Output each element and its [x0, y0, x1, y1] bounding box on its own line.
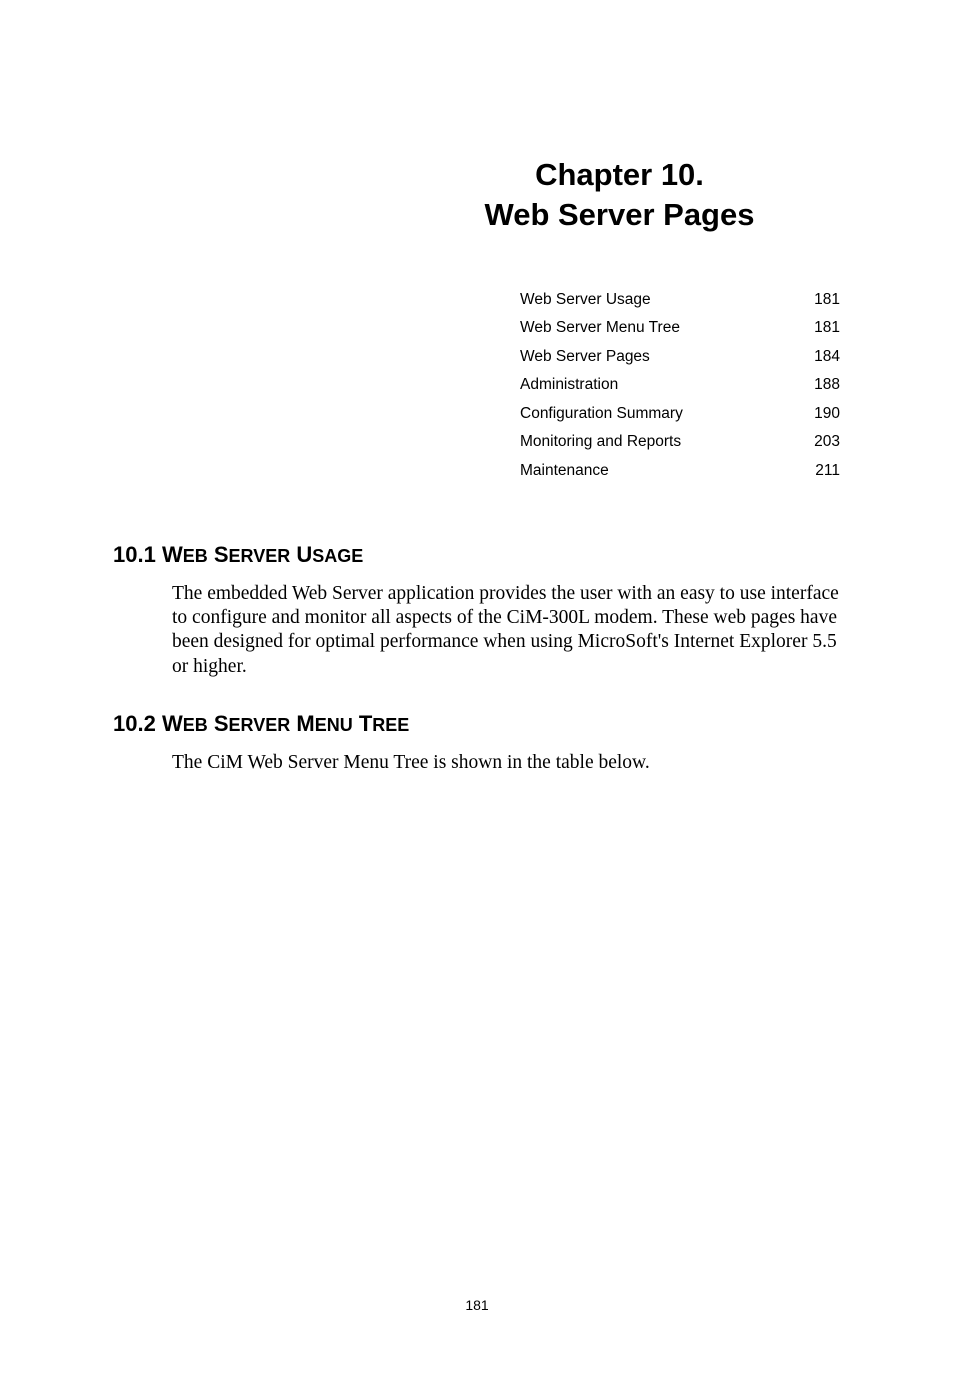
- toc-page: 181: [814, 291, 840, 309]
- toc-row: Web Server Pages 184: [520, 348, 840, 366]
- section-number: 10.2: [113, 711, 162, 736]
- section-body-10-2: The CiM Web Server Menu Tree is shown in…: [172, 751, 841, 775]
- chapter-toc: Web Server Usage 181 Web Server Menu Tre…: [520, 291, 840, 480]
- toc-page: 203: [814, 433, 840, 451]
- toc-page: 211: [815, 462, 840, 480]
- heading-word-rest: ERVER: [229, 715, 291, 735]
- heading-word-rest: ERVER: [229, 546, 291, 566]
- heading-word-initial: T: [359, 711, 372, 736]
- toc-label: Administration: [520, 376, 618, 394]
- toc-label: Web Server Menu Tree: [520, 319, 680, 337]
- page-number: 181: [0, 1297, 954, 1313]
- toc-label: Configuration Summary: [520, 405, 683, 423]
- heading-word-initial: W: [162, 542, 183, 567]
- toc-page: 188: [814, 376, 840, 394]
- heading-word-rest: REE: [372, 715, 409, 735]
- heading-word-initial: W: [162, 711, 183, 736]
- toc-page: 190: [814, 405, 840, 423]
- heading-word-initial: S: [214, 542, 229, 567]
- toc-label: Web Server Usage: [520, 291, 651, 309]
- toc-row: Administration 188: [520, 376, 840, 394]
- toc-row: Configuration Summary 190: [520, 405, 840, 423]
- chapter-title: Chapter 10. Web Server Pages: [400, 155, 839, 236]
- chapter-title-line2: Web Server Pages: [400, 195, 839, 235]
- heading-word-rest: EB: [183, 715, 208, 735]
- section-heading-10-1: 10.1 WEB SERVER USAGE: [113, 542, 841, 568]
- toc-row: Monitoring and Reports 203: [520, 433, 840, 451]
- toc-label: Web Server Pages: [520, 348, 650, 366]
- heading-word-initial: M: [296, 711, 314, 736]
- heading-word-initial: U: [296, 542, 312, 567]
- toc-row: Web Server Menu Tree 181: [520, 319, 840, 337]
- section-number: 10.1: [113, 542, 162, 567]
- toc-page: 181: [814, 319, 840, 337]
- section-body-10-1: The embedded Web Server application prov…: [172, 582, 841, 680]
- toc-row: Maintenance 211: [520, 462, 840, 480]
- heading-word-rest: SAGE: [312, 546, 363, 566]
- chapter-title-line1: Chapter 10.: [400, 155, 839, 195]
- toc-row: Web Server Usage 181: [520, 291, 840, 309]
- heading-word-rest: EB: [183, 546, 208, 566]
- toc-page: 184: [814, 348, 840, 366]
- heading-word-initial: S: [214, 711, 229, 736]
- toc-label: Monitoring and Reports: [520, 433, 681, 451]
- heading-word-rest: ENU: [315, 715, 353, 735]
- toc-label: Maintenance: [520, 462, 609, 480]
- section-heading-10-2: 10.2 WEB SERVER MENU TREE: [113, 711, 841, 737]
